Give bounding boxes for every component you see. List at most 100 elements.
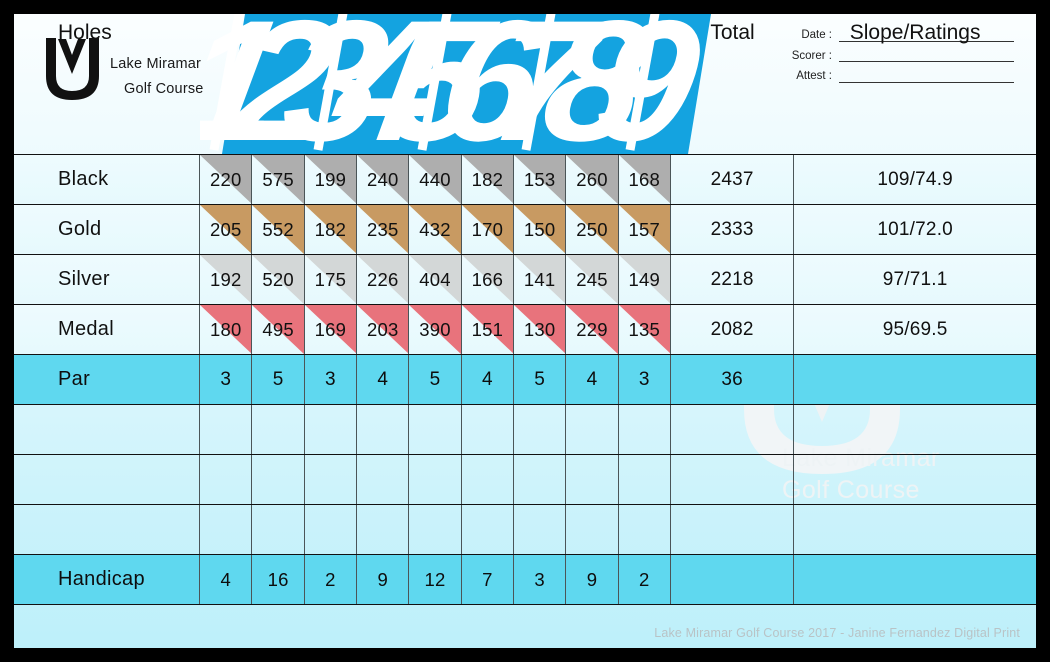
blank-row-2-hole-4-cell[interactable] [357,455,410,504]
blank-row-3-hole-8-cell[interactable] [566,505,619,554]
tee-row-black-hole-2-cell: 575 [252,155,305,204]
handicap-row-label-cell: Handicap [14,555,201,604]
par-row-hole-3-cell: 3 [305,355,358,404]
blank-row-1-hole-1-cell[interactable] [200,405,253,454]
handicap-row-hole-4-cell: 9 [357,555,410,604]
blank-row-2-total-cell[interactable] [671,455,795,504]
blank-row-1-hole-4-cell[interactable] [357,405,410,454]
tee-row-black-hole-9-value: 168 [628,168,660,190]
blank-row-1-hole-3-cell[interactable] [305,405,358,454]
par-row-hole-4-cell: 4 [357,355,410,404]
tee-row-black-hole-7-value: 153 [523,168,556,190]
tee-row-black-hole-1-value: 220 [210,168,242,190]
tee-row-gold-slope-value: 101/72.0 [877,218,953,240]
tee-row-black-hole-5-value: 440 [419,168,451,190]
tee-row-medal-slope-value: 95/69.5 [882,318,948,340]
blank-row-1-hole-6-cell[interactable] [462,405,514,454]
tee-row-medal-hole-9-cell: 135 [618,305,671,354]
blank-row-3-hole-9-cell[interactable] [619,505,671,554]
scorecard-grid: Black 220 575 199 240 440 182 153 260 168 2437 109/… [14,154,1036,640]
attest-field-row: Attest : [754,70,1014,83]
tee-row-gold-hole-6-cell: 170 [461,205,514,254]
blank-row-1-total-cell[interactable] [671,405,795,454]
tee-row-silver-hole-7-cell: 141 [513,255,567,304]
tee-row-gold-hole-5-value: 432 [419,218,451,240]
tee-row-silver-slope-value: 97/71.1 [882,268,948,290]
blank-row-3-hole-4-cell[interactable] [357,505,410,554]
tee-row-silver-total-value: 2218 [710,268,754,290]
tee-row-silver-hole-8-value: 245 [576,268,608,290]
scorecard: Lake Miramar Golf Course Lake Miramar Go… [14,14,1036,648]
tee-row-silver-total-cell: 2218 [671,255,795,304]
blank-row-3-hole-7-cell[interactable] [514,505,567,554]
tee-row-medal-hole-7-cell: 130 [513,305,567,354]
blank-row-2-hole-3-cell[interactable] [305,455,358,504]
tee-row-medal-hole-2-cell: 495 [252,305,305,354]
blank-row-2-hole-5-cell[interactable] [409,455,462,504]
blank-row-2 [14,454,1036,504]
blank-row-3-hole-2-cell[interactable] [252,505,305,554]
tee-row-medal-hole-1-cell: 180 [200,305,253,354]
tee-row-black-hole-3-value: 199 [314,168,347,190]
handicap-row-hole-6-cell: 7 [462,555,514,604]
tee-row-medal-total-value: 2082 [710,318,754,340]
tee-row-black-hole-8-cell: 260 [566,155,619,204]
tee-row-gold-hole-2-cell: 552 [252,205,305,254]
handicap-row: Handicap 4 16 2 9 12 7 3 9 2 [14,554,1036,604]
par-row-hole-6-cell: 4 [462,355,514,404]
blank-row-1-hole-9-cell[interactable] [619,405,671,454]
tee-row-black-name: Black [58,168,109,190]
tee-row-medal-hole-7-value: 130 [523,318,556,340]
handicap-row-hole-5-value: 12 [424,568,446,590]
tee-row-black-hole-5-cell: 440 [409,155,462,204]
par-row-hole-8-cell: 4 [566,355,619,404]
blank-row-2-hole-2-cell[interactable] [252,455,305,504]
tee-row-gold-hole-9-cell: 157 [618,205,671,254]
handicap-row-hole-5-cell: 12 [409,555,462,604]
handicap-row-total-cell [671,555,795,604]
blank-row-3-hole-5-cell[interactable] [409,505,462,554]
tee-row-medal-hole-8-value: 229 [576,318,608,340]
blank-row-2-hole-8-cell[interactable] [566,455,619,504]
blank-row-3 [14,504,1036,554]
tee-row-gold-hole-1-cell: 205 [200,205,253,254]
handicap-row-hole-1-value: 4 [220,568,232,590]
blank-row-2-hole-9-cell[interactable] [619,455,671,504]
handicap-row-hole-1-cell: 4 [200,555,253,604]
blank-row-2-hole-6-cell[interactable] [462,455,514,504]
par-row-hole-7-value: 5 [534,368,546,390]
blank-row-1-hole-8-cell[interactable] [566,405,619,454]
handicap-row-hole-2-cell: 16 [252,555,305,604]
par-row-name: Par [58,368,91,390]
handicap-row-hole-3-cell: 2 [305,555,358,604]
handicap-row-hole-2-value: 16 [267,568,289,590]
blank-row-2-hole-1-cell[interactable] [200,455,253,504]
tee-row-medal-hole-9-value: 135 [628,318,660,340]
attest-input[interactable] [839,72,1014,83]
blank-row-3-hole-6-cell[interactable] [462,505,514,554]
header-slope: Slope/Ratings [849,21,981,44]
blank-row-1-hole-2-cell[interactable] [252,405,305,454]
blank-row-2-hole-7-cell[interactable] [514,455,567,504]
tee-row-silver-hole-1-value: 192 [210,268,242,290]
tee-row-black-hole-2-value: 575 [262,168,294,190]
blank-row-3-hole-1-cell[interactable] [200,505,253,554]
scorer-field-row: Scorer : [754,50,1014,62]
par-row-hole-5-value: 5 [429,368,441,390]
blank-row-1-hole-5-cell[interactable] [409,405,462,454]
tee-row-gold-hole-7-value: 150 [523,218,556,240]
tee-row-silver-hole-2-value: 520 [262,268,294,290]
blank-row-1-hole-7-cell[interactable] [514,405,567,454]
tee-row-silver-hole-5-value: 404 [419,268,451,290]
par-row-total-value: 36 [721,368,743,390]
handicap-row-hole-8-value: 9 [586,568,598,590]
course-name: Lake Miramar Golf Course [110,52,204,103]
blank-row-3-hole-3-cell[interactable] [305,505,358,554]
par-row-label-cell: Par [14,355,201,404]
par-row-hole-5-cell: 5 [409,355,462,404]
par-row-hole-3-value: 3 [325,368,336,390]
scorer-input[interactable] [839,51,1014,62]
blank-row-3-total-cell[interactable] [671,505,795,554]
tee-row-gold-hole-1-value: 205 [210,218,242,240]
tee-row-silver-hole-5-cell: 404 [409,255,462,304]
